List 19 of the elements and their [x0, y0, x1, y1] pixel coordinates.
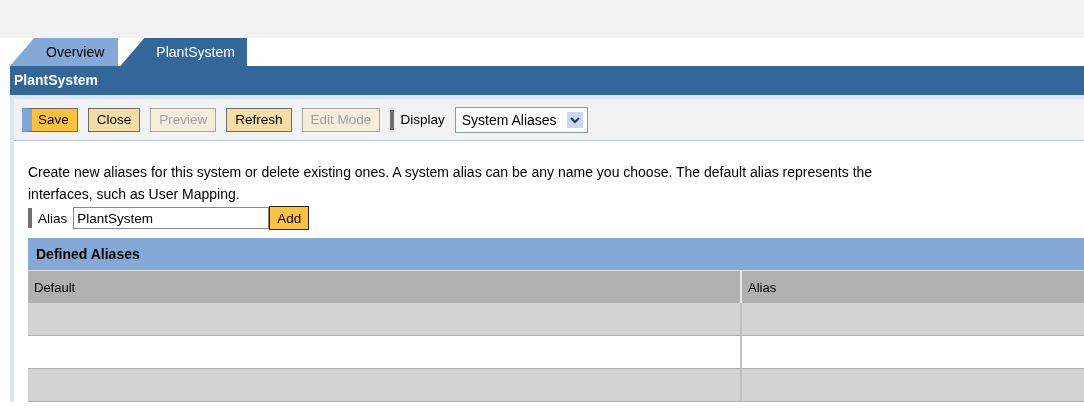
label-marker	[390, 109, 395, 130]
description-text: Create new aliases for this system or delete existing ones. A system alias can be any name you choose. The default alias represents the	[28, 163, 874, 182]
label-marker	[28, 208, 32, 228]
toolbar-button[interactable]: Close	[87, 107, 141, 132]
column-header[interactable]: Default	[28, 270, 742, 303]
toolbar-button[interactable]: Save	[22, 107, 78, 132]
column-header[interactable]: Alias	[742, 270, 1084, 303]
add-button[interactable]: Add	[269, 206, 310, 230]
page-title: PlantSystem	[14, 72, 99, 88]
alias-label: Alias	[38, 210, 68, 226]
description-text: interfaces, such as User Mapping.	[28, 185, 241, 204]
caret-icon	[566, 111, 583, 128]
table-title: Defined Aliases	[36, 246, 140, 262]
alias-input[interactable]: PlantSystem	[73, 207, 270, 229]
display-dropdown[interactable]: System Aliases	[454, 106, 588, 133]
toolbar-button[interactable]: Refresh	[226, 107, 292, 132]
tab[interactable]: Overview	[10, 38, 119, 66]
display-label: Display	[400, 112, 445, 127]
tab[interactable]: PlantSystem	[120, 38, 247, 66]
